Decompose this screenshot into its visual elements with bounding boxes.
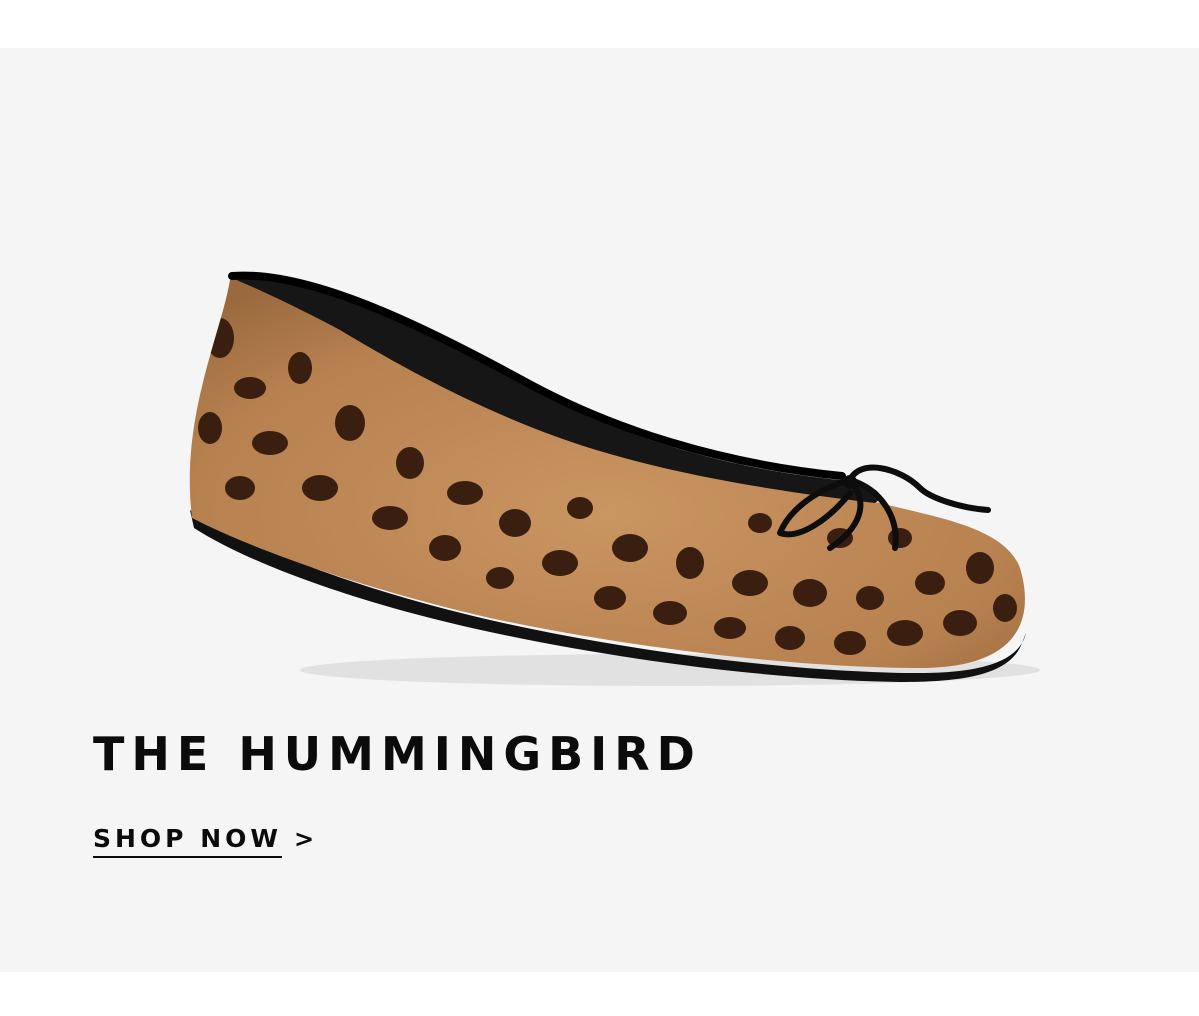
product-image-leopard-ballet-flat[interactable]	[160, 218, 1060, 698]
product-title: THE HUMMINGBIRD	[93, 727, 702, 781]
chevron-right-icon[interactable]: >	[294, 825, 314, 853]
hero-banner: THE HUMMINGBIRD SHOP NOW >	[0, 48, 1199, 972]
shop-now-label[interactable]: SHOP NOW	[93, 824, 282, 858]
shop-now-link[interactable]: SHOP NOW >	[93, 824, 314, 858]
